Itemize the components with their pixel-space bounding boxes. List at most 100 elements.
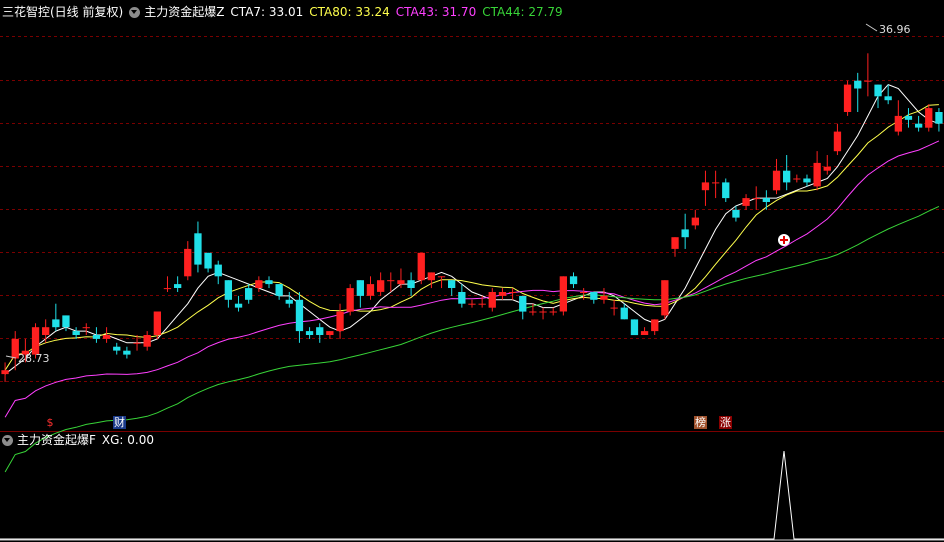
candle-down	[194, 233, 202, 265]
candle-down	[904, 115, 913, 120]
candle-down	[316, 327, 324, 335]
candle-up	[163, 288, 172, 290]
candle-down	[722, 182, 730, 199]
cta80-value: CTA80: 33.24	[309, 5, 390, 19]
candle-up	[661, 280, 669, 316]
sub-header: 主力资金起爆F XG: 0.00	[2, 430, 160, 450]
high-price-label: 36.96	[879, 23, 911, 36]
candle-up	[427, 272, 435, 281]
xg-value: XG: 0.00	[101, 433, 155, 447]
candle-up	[671, 237, 679, 249]
sub-indicator-name[interactable]: 主力资金起爆F	[17, 430, 96, 450]
candle-up	[1, 370, 9, 375]
dropdown-icon[interactable]	[129, 6, 141, 18]
grid-lines	[0, 36, 944, 382]
candle-up	[184, 248, 192, 277]
candle-down	[123, 350, 131, 355]
candle-down	[935, 112, 943, 124]
candle-up	[326, 331, 334, 335]
candle-up	[255, 280, 263, 288]
candle-down	[204, 252, 212, 269]
candle-up	[468, 303, 476, 305]
candle-up	[894, 115, 902, 132]
candle-up	[691, 217, 699, 226]
candle-up	[437, 276, 446, 278]
add-marker-icon[interactable]	[778, 234, 790, 246]
candle-up	[397, 280, 405, 285]
candle-up	[925, 108, 933, 128]
candle-up	[864, 80, 872, 82]
candle-up	[833, 131, 842, 152]
candle-up	[346, 288, 354, 312]
candle-up	[366, 284, 375, 296]
candle-down	[874, 84, 882, 97]
ma-long-line	[4, 140, 940, 418]
candle-down	[234, 303, 243, 308]
kline-chart[interactable]	[0, 0, 944, 542]
dollar-tag[interactable]: $	[44, 416, 56, 429]
candle-up	[651, 319, 659, 332]
candle-down	[92, 335, 101, 339]
high-price-pointer	[865, 23, 878, 32]
candle-up	[488, 292, 496, 308]
candle-up	[82, 327, 90, 329]
candle-down	[174, 284, 182, 288]
stock-title[interactable]: 三花智控(日线 前复权)	[2, 2, 123, 22]
candle-up	[752, 198, 760, 200]
candle-down	[783, 170, 791, 183]
candle-down	[62, 315, 70, 328]
candle-down	[590, 292, 598, 300]
candle-down	[113, 346, 121, 351]
candle-up	[498, 292, 507, 296]
candle-up	[793, 178, 801, 180]
candle-up	[772, 170, 781, 191]
candle-down	[884, 96, 892, 101]
main-header: 三花智控(日线 前复权) 主力资金起爆Z CTA7: 33.01 CTA80: …	[2, 2, 569, 22]
candle-down	[295, 299, 304, 332]
candle-up	[610, 307, 618, 309]
moving-average-lines	[4, 84, 940, 473]
candle-down	[458, 292, 466, 304]
ranking-tag[interactable]: 榜	[694, 416, 707, 429]
candle-down	[407, 280, 415, 288]
candle-up	[742, 198, 750, 206]
candle-up	[508, 292, 517, 293]
candle-up	[600, 295, 608, 300]
candle-down	[854, 80, 862, 89]
candle-down	[681, 229, 689, 238]
candle-down	[569, 276, 578, 285]
limit-up-tag[interactable]: 涨	[719, 416, 732, 429]
candle-down	[285, 299, 293, 304]
candle-up	[539, 311, 547, 313]
candle-down	[630, 319, 639, 336]
candlesticks	[1, 53, 943, 382]
candle-up	[559, 276, 567, 312]
candle-down	[224, 280, 232, 300]
finance-tag[interactable]: 财	[113, 416, 126, 429]
candle-up	[549, 311, 557, 313]
candle-down	[915, 123, 923, 128]
candle-up	[823, 166, 831, 171]
candle-down	[245, 288, 253, 300]
candle-down	[519, 295, 527, 312]
candle-up	[417, 252, 425, 281]
candle-down	[52, 319, 60, 328]
candle-down	[305, 331, 314, 335]
candle-down	[265, 280, 273, 285]
indicator-name[interactable]: 主力资金起爆Z	[144, 2, 224, 22]
candle-down	[620, 307, 628, 320]
candle-down	[275, 284, 283, 296]
dropdown-icon[interactable]	[2, 434, 13, 446]
candle-up	[143, 335, 151, 347]
xg-signal-line	[0, 450, 944, 540]
candle-up	[843, 84, 852, 112]
candle-up	[712, 182, 720, 184]
cta7-value: CTA7: 33.01	[230, 5, 304, 19]
candle-up	[387, 280, 395, 282]
candle-down	[732, 209, 740, 218]
candle-up	[153, 311, 161, 335]
cta43-value: CTA43: 31.70	[395, 5, 477, 19]
ma-short-line	[4, 84, 940, 375]
candle-up	[478, 303, 486, 305]
sub-indicator-plot	[0, 450, 944, 540]
